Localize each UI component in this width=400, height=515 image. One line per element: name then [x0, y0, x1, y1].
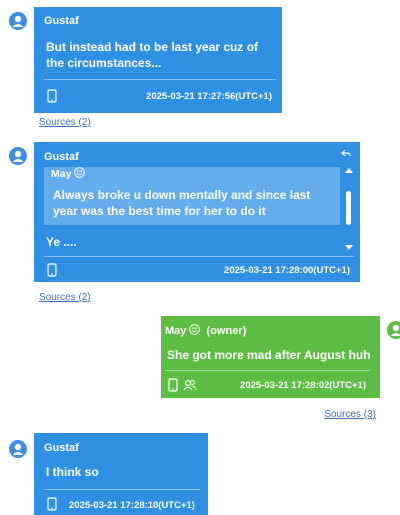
- scroll-down-icon[interactable]: [345, 245, 353, 251]
- phone-icon: [47, 263, 57, 277]
- quoted-message[interactable]: May Always broke u down mentally and sin…: [44, 167, 340, 225]
- scroll-up-icon[interactable]: [345, 167, 353, 173]
- sender-name: Gustaf: [44, 442, 79, 454]
- quote-text: Always broke u down mentally and since l…: [53, 188, 311, 218]
- phone-icon: [47, 89, 57, 103]
- message-text: She got more mad after August huh: [167, 348, 371, 362]
- message-bubble-owner[interactable]: May (owner) She got more mad after Augus…: [161, 316, 380, 398]
- timestamp: 2025-03-21 17:28:02(UTC+1): [240, 380, 366, 391]
- user-avatar-icon: [9, 147, 27, 165]
- message-text: Ye ....: [46, 235, 77, 249]
- sender-name: Gustaf: [44, 151, 79, 163]
- divider: [44, 79, 276, 80]
- timestamp: 2025-03-21 17:28:10(UTC+1): [69, 500, 195, 511]
- reply-icon[interactable]: [340, 147, 352, 159]
- scrollbar-thumb[interactable]: [346, 191, 351, 225]
- timestamp: 2025-03-21 17:27:56(UTC+1): [146, 91, 272, 102]
- phone-icon: [168, 378, 178, 392]
- emoji-icon: [74, 167, 86, 178]
- message-bubble[interactable]: Gustaf I think so 2025-03-21 17:28:10(UT…: [34, 433, 208, 515]
- contacts-icon: [183, 380, 197, 391]
- user-avatar-icon: [9, 12, 27, 30]
- message-text: But instead had to be last year cuz of t…: [46, 40, 259, 70]
- divider: [165, 370, 370, 371]
- user-avatar-icon: [9, 440, 27, 458]
- sources-link[interactable]: Sources (3): [324, 409, 376, 420]
- timestamp: 2025-03-21 17:28:00(UTC+1): [224, 265, 350, 276]
- scrollbar[interactable]: [344, 167, 354, 253]
- owner-avatar-icon: [387, 321, 400, 339]
- sender-name: May: [165, 325, 187, 337]
- sources-link[interactable]: Sources (2): [39, 292, 91, 303]
- divider: [44, 256, 354, 257]
- message-bubble[interactable]: Gustaf But instead had to be last year c…: [34, 7, 282, 113]
- owner-label: (owner): [206, 325, 247, 337]
- sources-link[interactable]: Sources (2): [39, 117, 91, 128]
- phone-icon: [47, 497, 57, 511]
- quote-sender-name: May: [51, 168, 72, 180]
- sender-name: Gustaf: [44, 15, 79, 27]
- emoji-icon: [189, 324, 201, 335]
- quote-sender-row: May: [51, 167, 86, 180]
- sender-row: May (owner): [165, 324, 246, 337]
- message-text: I think so: [46, 465, 99, 479]
- divider: [44, 489, 200, 490]
- message-bubble[interactable]: Gustaf May Always broke u down mentally …: [34, 142, 360, 282]
